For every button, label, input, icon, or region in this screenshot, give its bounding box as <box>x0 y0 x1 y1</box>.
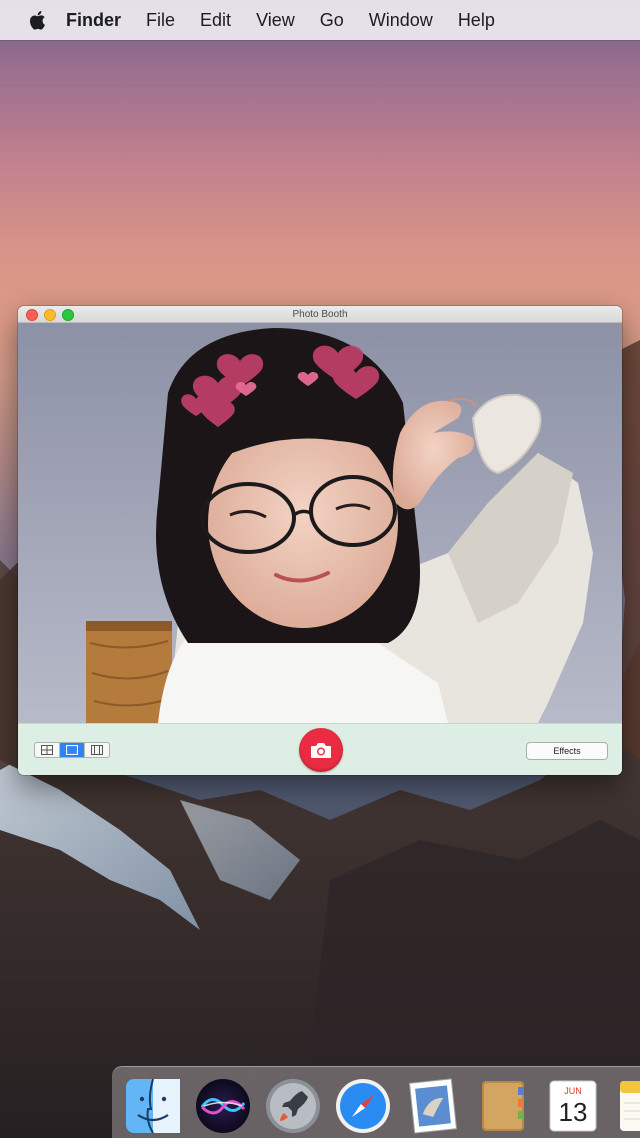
launchpad-icon[interactable] <box>264 1077 322 1135</box>
menu-go[interactable]: Go <box>320 10 344 31</box>
menu-window[interactable]: Window <box>369 10 433 31</box>
calendar-month: JUN <box>564 1086 582 1096</box>
desktop: Finder File Edit View Go Window Help Pho… <box>0 0 640 1138</box>
contacts-icon[interactable] <box>474 1077 532 1135</box>
safari-icon[interactable] <box>334 1077 392 1135</box>
filmstrip-icon[interactable] <box>85 743 109 757</box>
view-mode-selector <box>34 742 110 758</box>
single-photo-icon[interactable] <box>60 743 85 757</box>
take-photo-button[interactable] <box>299 728 343 772</box>
menu-bar: Finder File Edit View Go Window Help <box>0 0 640 40</box>
camera-icon <box>311 743 331 758</box>
notes-icon[interactable] <box>614 1077 640 1135</box>
minimize-button[interactable] <box>44 309 56 321</box>
calendar-day: 13 <box>559 1097 588 1127</box>
siri-icon[interactable] <box>194 1077 252 1135</box>
apple-menu-icon[interactable] <box>26 8 48 32</box>
window-title: Photo Booth <box>292 308 348 320</box>
photo-booth-window: Photo Booth Effects <box>18 306 622 775</box>
window-titlebar[interactable]: Photo Booth <box>18 306 622 323</box>
window-controls <box>26 309 74 321</box>
camera-preview <box>18 323 622 723</box>
menu-app-finder[interactable]: Finder <box>66 10 121 31</box>
zoom-button[interactable] <box>62 309 74 321</box>
menu-help[interactable]: Help <box>458 10 495 31</box>
calendar-icon[interactable]: JUN 13 <box>544 1077 602 1135</box>
menu-edit[interactable]: Edit <box>200 10 231 31</box>
effects-button[interactable]: Effects <box>526 742 608 760</box>
finder-icon[interactable] <box>124 1077 182 1135</box>
menu-file[interactable]: File <box>146 10 175 31</box>
dock: JUN 13 <box>112 1066 640 1138</box>
four-up-icon[interactable] <box>35 743 60 757</box>
camera-feed-image <box>18 323 622 723</box>
photo-booth-toolbar: Effects <box>18 723 622 775</box>
menu-view[interactable]: View <box>256 10 295 31</box>
preview-icon[interactable] <box>404 1077 462 1135</box>
close-button[interactable] <box>26 309 38 321</box>
